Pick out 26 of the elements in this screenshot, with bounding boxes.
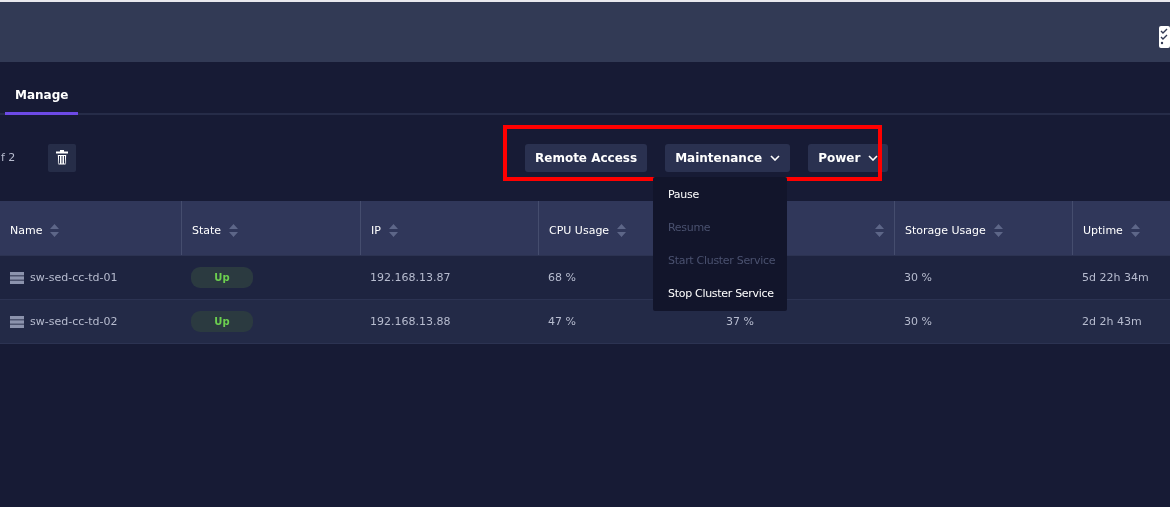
column-header[interactable]: CPU Usage: [549, 223, 610, 237]
dropdown-button[interactable]: Maintenance: [665, 144, 791, 172]
tab[interactable]: Manage: [5, 88, 79, 115]
dropdown-button[interactable]: Power: [808, 144, 889, 172]
column-header[interactable]: IP: [371, 223, 381, 237]
table-cell: 2d 2h 43m: [1082, 315, 1142, 328]
action-button[interactable]: Remote Access: [525, 144, 648, 172]
table-cell: 68 %: [548, 271, 576, 284]
table-cell: 30 %: [904, 315, 932, 328]
column-header[interactable]: State: [192, 223, 222, 237]
table-cell: 5d 22h 34m: [1082, 271, 1149, 284]
pager-text: f 2: [1, 151, 17, 164]
table-cell: sw-sed-cc-td-01: [30, 271, 118, 284]
table-cell: 47 %: [548, 315, 576, 328]
table-row[interactable]: sw-sed-cc-td-02 Up 192.168.13.88 47 % 37 % 30 % 2d 2h 43m: [0, 300, 1170, 344]
column-header[interactable]: Name: [10, 223, 43, 237]
table-cell: 37 %: [726, 315, 754, 328]
column-header[interactable]: Storage Usage: [905, 223, 986, 237]
table-cell: sw-sed-cc-td-02: [30, 315, 118, 328]
table-cell: 192.168.13.88: [370, 315, 451, 328]
table-cell: 192.168.13.87: [370, 271, 451, 284]
menu-item[interactable]: Pause: [653, 178, 787, 211]
column-header[interactable]: Uptime: [1083, 223, 1123, 237]
status-badge: Up: [191, 311, 253, 332]
status-badge: Up: [191, 267, 253, 288]
table-cell: 30 %: [904, 271, 932, 284]
